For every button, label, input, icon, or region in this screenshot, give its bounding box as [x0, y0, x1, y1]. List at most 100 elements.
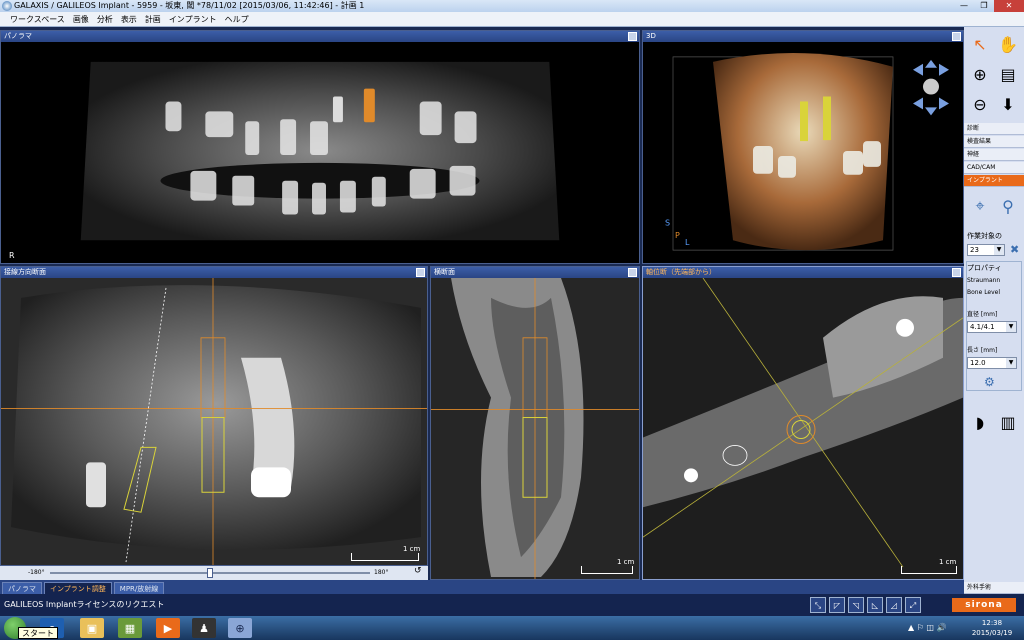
clock[interactable]: 12:38 2015/03/19 — [964, 618, 1020, 638]
length-value: 12.0 — [970, 359, 986, 367]
layout-fit-icon[interactable]: ⤢ — [905, 597, 921, 613]
tangential-scale-label: 1 cm — [403, 545, 421, 553]
panorama-maximize-icon[interactable] — [628, 32, 637, 41]
galaxis-app-icon[interactable]: ⊕ — [228, 618, 252, 638]
calendar-app-icon[interactable]: ▦ — [118, 618, 142, 638]
length-select[interactable]: 12.0 ▼ — [967, 357, 1017, 369]
slider-min-label: -180° — [28, 569, 45, 576]
clock-time: 12:38 — [981, 619, 1003, 627]
minimize-button[interactable]: — — [954, 0, 974, 12]
windows-taskbar: e ▣ ▦ ▶ ♟ ⊕ ▲ ⚐ ◫ 🔊 12:38 2015/03/19 — [0, 616, 1024, 640]
axial-maximize-icon[interactable] — [952, 268, 961, 277]
status-bar: GALILEOS Implantライセンスのリクエスト ⤡ ◸ ◹ ◺ ◿ ⤢ … — [0, 594, 1024, 616]
menu-help[interactable]: ヘルプ — [221, 14, 253, 25]
abutment-icon[interactable]: ◗ — [966, 409, 994, 435]
cross-scalebar — [581, 566, 633, 574]
menu-plan[interactable]: 計画 — [141, 14, 165, 25]
panorama-panel[interactable]: パノラマ R — [0, 30, 640, 264]
axis-p-label: P — [675, 231, 680, 240]
target-value: 23 — [970, 246, 979, 254]
view3d-title: 3D — [646, 32, 656, 40]
window-title: GALAXIS / GALILEOS Implant - 5959 - 坂東, … — [14, 1, 365, 10]
layout-bottom-right-icon[interactable]: ◿ — [886, 597, 902, 613]
tangential-header: 接線方向断面 — [1, 267, 427, 278]
maximize-button[interactable]: ❐ — [974, 0, 994, 12]
tangential-maximize-icon[interactable] — [416, 268, 425, 277]
layout-top-right-icon[interactable]: ◹ — [848, 597, 864, 613]
diameter-select[interactable]: 4.1/4.1 ▼ — [967, 321, 1017, 333]
implant-tool-icon[interactable]: ⚲ — [994, 193, 1022, 219]
properties-label: プロパティ — [967, 264, 1002, 272]
sleeve-icon[interactable]: ▥ — [994, 409, 1022, 435]
axial-scale-label: 1 cm — [939, 558, 957, 566]
sidebar-tab-nerve[interactable]: 神経 — [964, 149, 1024, 161]
start-tooltip: スタート — [18, 627, 58, 639]
pan-hand-icon[interactable]: ✋ — [994, 31, 1022, 57]
target-select[interactable]: 23 ▼ — [967, 244, 1005, 256]
folder-icon[interactable]: ▣ — [80, 618, 104, 638]
cross-maximize-icon[interactable] — [628, 268, 637, 277]
menu-bar: ワークスペース 画像 分析 表示 計画 インプラント ヘルプ — [0, 12, 1024, 27]
sidebar-tab-implant[interactable]: インプラント — [964, 175, 1024, 187]
menu-implant[interactable]: インプラント — [165, 14, 221, 25]
menu-view[interactable]: 表示 — [117, 14, 141, 25]
tab-panorama[interactable]: パノラマ — [2, 582, 42, 594]
target-label: 作業対象の — [967, 232, 1002, 240]
layout-bottom-left-icon[interactable]: ◺ — [867, 597, 883, 613]
tangential-image[interactable]: 1 cm — [1, 278, 427, 565]
view3d-maximize-icon[interactable] — [952, 32, 961, 41]
page-up-icon[interactable]: ▤ — [994, 61, 1022, 87]
cross-scale-label: 1 cm — [617, 558, 635, 566]
axial-scalebar — [901, 566, 957, 574]
cross-panel[interactable]: 横断面 1 cm — [430, 266, 640, 580]
delete-implant-icon[interactable]: ✖ — [1010, 243, 1019, 256]
sidebar-tab-diagnosis[interactable]: 診断 — [964, 123, 1024, 135]
media-player-icon[interactable]: ▶ — [156, 618, 180, 638]
right-sidebar: ↖ ✋ ⊕ ▤ ⊖ ⬇ 診断 検査結果 神経 CAD/CAM インプラント ⌖ … — [964, 27, 1024, 594]
diameter-label: 直径 [mm] — [967, 311, 998, 318]
menu-analysis[interactable]: 分析 — [93, 14, 117, 25]
layout-expand-icon[interactable]: ⤡ — [810, 597, 826, 613]
menu-image[interactable]: 画像 — [69, 14, 93, 25]
implant-settings-icon[interactable]: ⚙ — [984, 375, 995, 389]
chevron-down-icon: ▼ — [1006, 358, 1016, 368]
slider-reset-icon[interactable]: ↺ — [414, 566, 422, 576]
axial-image[interactable]: 1 cm — [643, 278, 963, 579]
sirona-logo: sirona — [952, 598, 1016, 612]
panorama-title: パノラマ — [4, 32, 32, 40]
panorama-side-marker: R — [9, 251, 15, 260]
view3d-image[interactable]: S P L — [643, 42, 963, 263]
head-orientation-icon[interactable] — [923, 78, 939, 95]
panorama-xray: R — [1, 42, 639, 263]
axial-panel[interactable]: 軸位断（先端部から） 1 cm — [642, 266, 964, 580]
zoom-in-icon[interactable]: ⊕ — [966, 61, 994, 87]
axis-s-label: S — [665, 218, 670, 227]
clock-date: 2015/03/19 — [971, 629, 1013, 637]
menu-workspace[interactable]: ワークスペース — [6, 14, 69, 25]
cross-image[interactable]: 1 cm — [431, 278, 639, 579]
close-button[interactable]: ✕ — [994, 0, 1024, 12]
add-implant-icon[interactable]: ⌖ — [966, 193, 994, 219]
axial-header: 軸位断（先端部から） — [643, 267, 963, 278]
tab-mpr[interactable]: MPR/放射線 — [113, 582, 165, 594]
rotation-slider[interactable]: -180° 180° ↺ — [0, 566, 428, 580]
view3d-panel[interactable]: 3D S P L — [642, 30, 964, 264]
zoom-out-icon[interactable]: ⊖ — [966, 91, 994, 117]
pointer-tool-icon[interactable]: ↖ — [966, 31, 994, 57]
chevron-down-icon: ▼ — [994, 245, 1004, 255]
sidebar-tab-findings[interactable]: 検査結果 — [964, 136, 1024, 148]
layout-top-left-icon[interactable]: ◸ — [829, 597, 845, 613]
axis-l-label: L — [685, 238, 690, 247]
dental-app-icon[interactable]: ♟ — [192, 618, 216, 638]
app-window: GALAXIS / GALILEOS Implant - 5959 - 坂東, … — [0, 0, 1024, 640]
panorama-image[interactable]: R — [1, 42, 639, 263]
slider-thumb[interactable] — [207, 568, 213, 578]
page-down-icon[interactable]: ⬇ — [994, 91, 1022, 117]
length-label: 長さ [mm] — [967, 347, 998, 354]
tab-implant-adjust[interactable]: インプラント調整 — [44, 582, 112, 594]
tangential-panel[interactable]: 接線方向断面 1 cm — [0, 266, 428, 566]
sidebar-tab-cadcam[interactable]: CAD/CAM — [964, 162, 1024, 174]
surgery-label[interactable]: 外科手術 — [964, 582, 1024, 594]
system-tray[interactable]: ▲ ⚐ ◫ 🔊 — [908, 623, 946, 632]
view-layout-icons: ⤡ ◸ ◹ ◺ ◿ ⤢ — [810, 597, 924, 613]
